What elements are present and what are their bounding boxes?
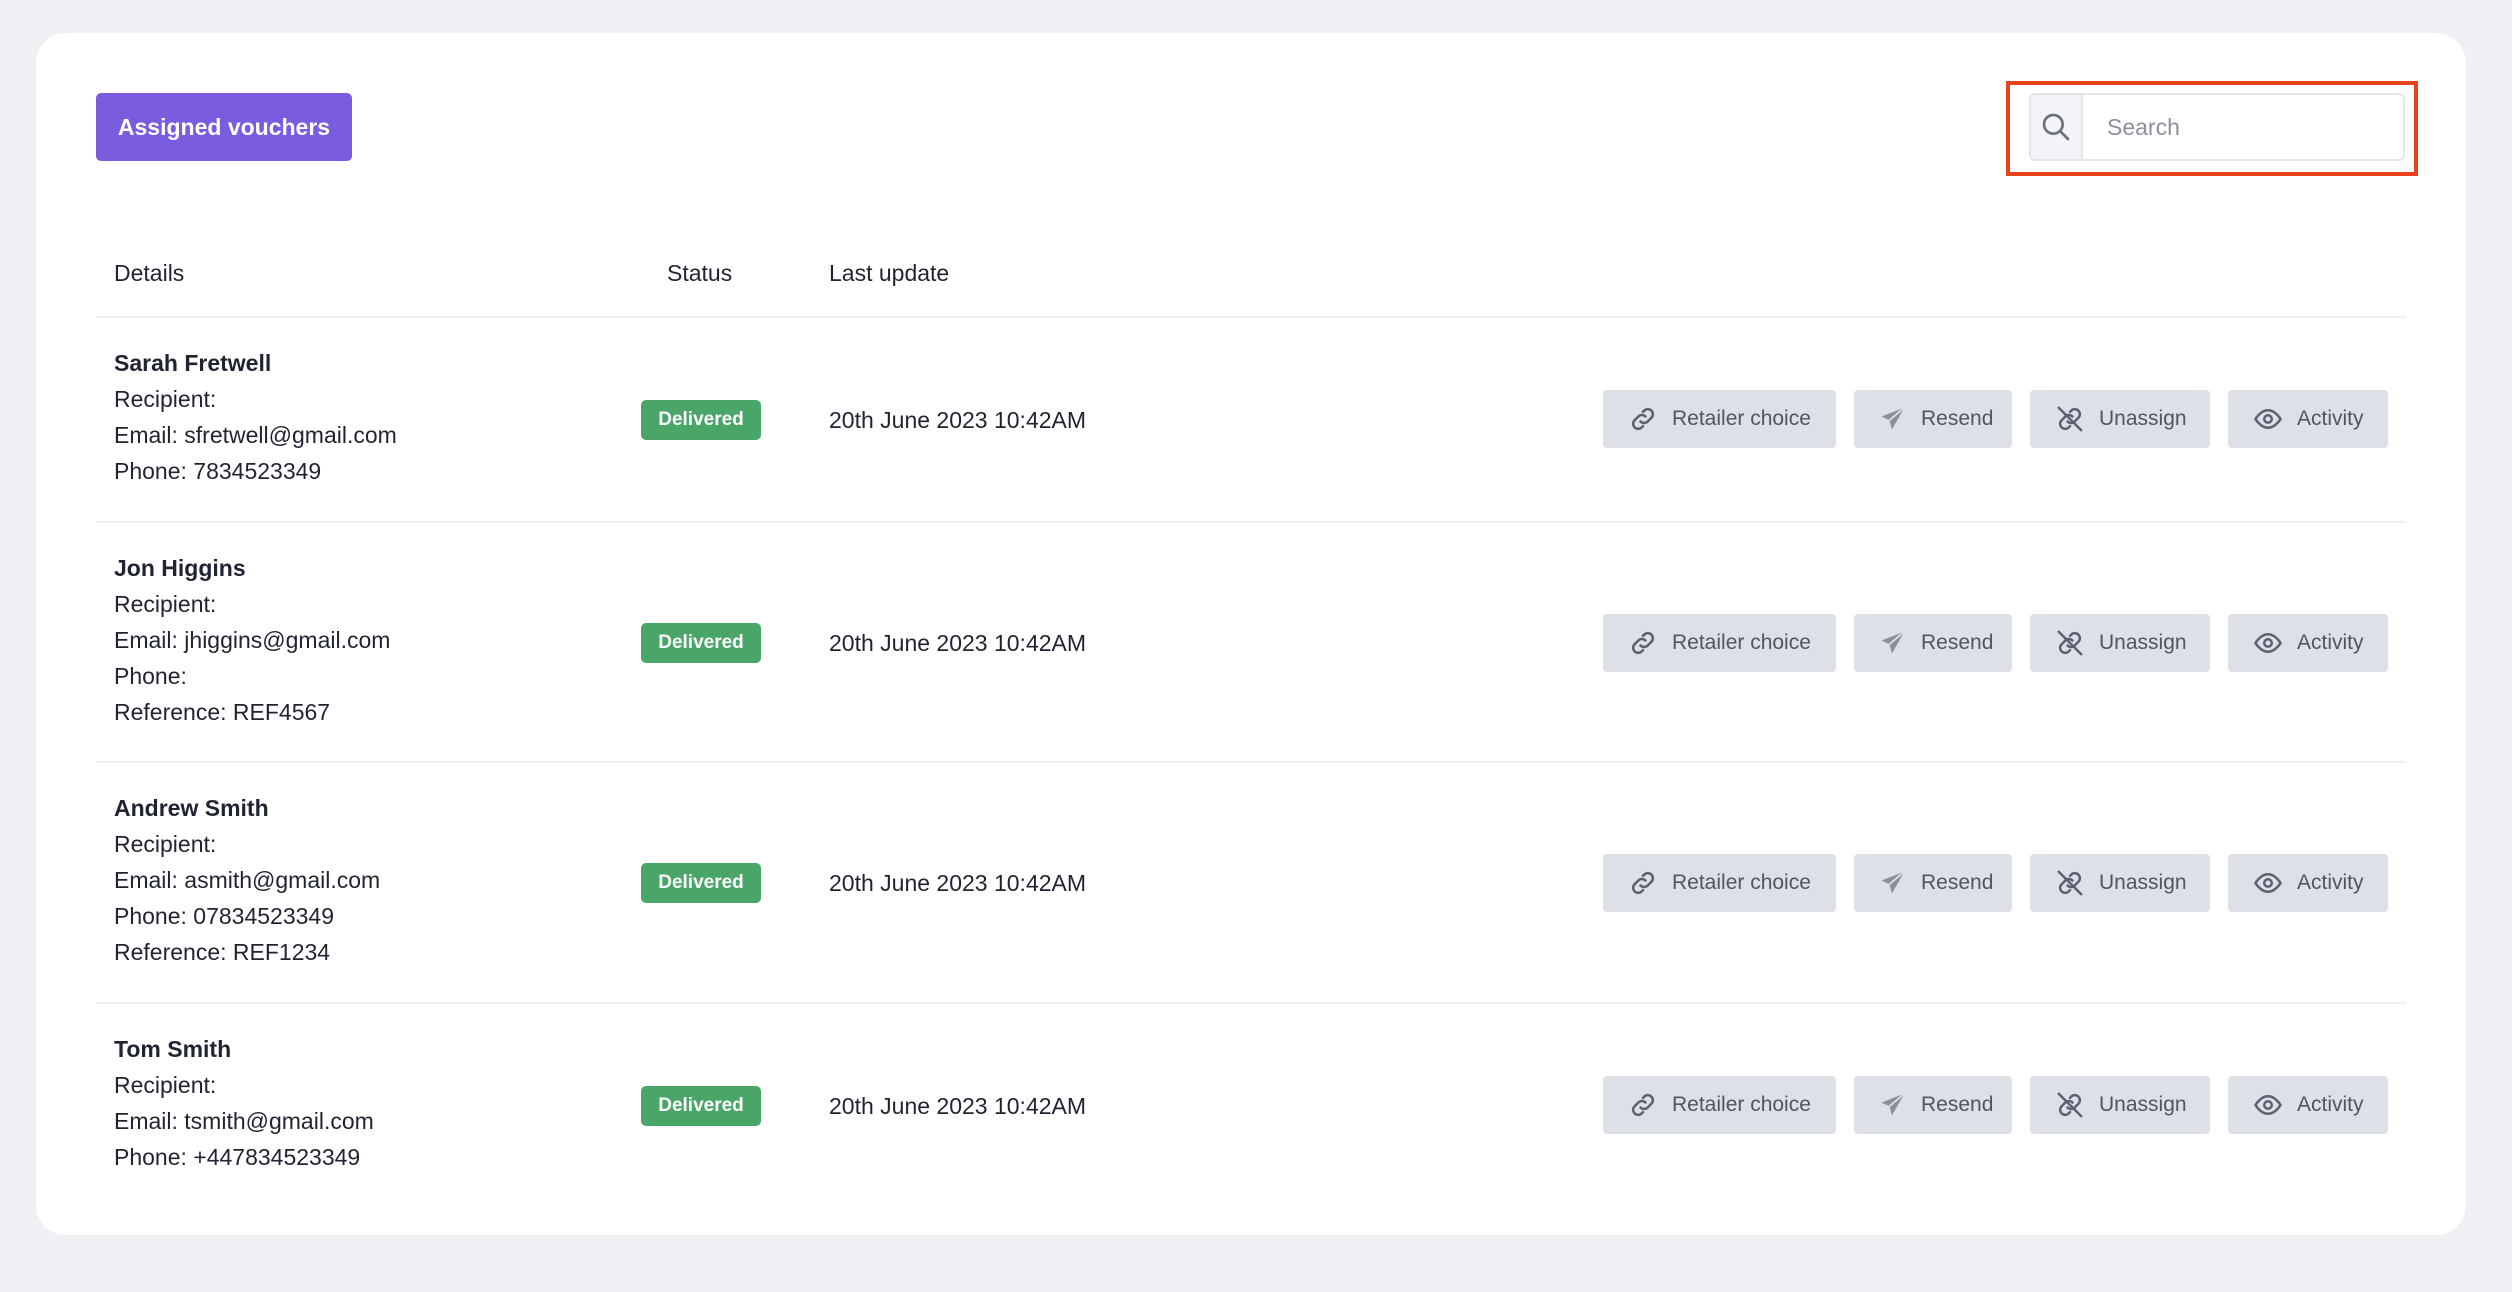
recipient-phone: Phone: [114,663,187,689]
recipient-email: Email: sfretwell@gmail.com [114,422,397,448]
recipient-label: Recipient: [114,591,217,617]
recipient-phone: Phone: 7834523349 [114,458,322,484]
retailer-choice-button[interactable]: Retailer choice [1603,390,1836,448]
activity-button[interactable]: Activity [2228,614,2388,672]
activity-label: Activity [2297,407,2364,430]
row-details: Andrew Smith Recipient: Email: asmith@gm… [114,790,380,970]
recipient-email: Email: jhiggins@gmail.com [114,627,391,653]
status-badge: Delivered [641,623,761,663]
search-box[interactable] [2029,93,2405,161]
resend-button[interactable]: Resend [1854,1076,2012,1134]
unlink-icon [2055,628,2085,658]
activity-button[interactable]: Activity [2228,854,2388,912]
recipient-name: Sarah Fretwell [114,350,272,376]
resend-label: Resend [1921,1093,1994,1116]
recipient-name: Tom Smith [114,1036,232,1062]
activity-label: Activity [2297,1093,2364,1116]
last-update: 20th June 2023 10:42AM [829,870,1087,896]
eye-icon [2253,404,2283,434]
row-details: Sarah Fretwell Recipient: Email: sfretwe… [114,345,397,489]
unlink-icon [2055,404,2085,434]
last-update: 20th June 2023 10:42AM [829,1093,1087,1119]
unlink-icon [2055,1090,2085,1120]
table-row: Jon Higgins Recipient: Email: jhiggins@g… [96,523,2406,763]
paper-plane-icon [1879,404,1907,434]
recipient-label: Recipient: [114,1072,217,1098]
recipient-email: Email: tsmith@gmail.com [114,1108,374,1134]
table-row: Sarah Fretwell Recipient: Email: sfretwe… [96,318,2406,523]
row-details: Jon Higgins Recipient: Email: jhiggins@g… [114,550,390,730]
row-actions: Retailer choice Resend Unassign Activity [1603,614,2388,672]
row-actions: Retailer choice Resend Unassign Activity [1603,1076,2388,1134]
activity-button[interactable]: Activity [2228,390,2388,448]
unlink-icon [2055,868,2085,898]
last-update: 20th June 2023 10:42AM [829,407,1087,433]
unassign-label: Unassign [2099,631,2187,654]
unassign-button[interactable]: Unassign [2030,854,2210,912]
paper-plane-icon [1879,1090,1907,1120]
retailer-choice-button[interactable]: Retailer choice [1603,1076,1836,1134]
resend-button[interactable]: Resend [1854,614,2012,672]
status-badge: Delivered [641,863,761,903]
retailer-choice-label: Retailer choice [1672,631,1811,654]
last-update: 20th June 2023 10:42AM [829,630,1087,656]
activity-button[interactable]: Activity [2228,1076,2388,1134]
row-actions: Retailer choice Resend Unassign Activity [1603,390,2388,448]
link-icon [1628,404,1658,434]
resend-button[interactable]: Resend [1854,390,2012,448]
table-row: Tom Smith Recipient: Email: tsmith@gmail… [96,1004,2406,1209]
retailer-choice-label: Retailer choice [1672,1093,1811,1116]
recipient-label: Recipient: [114,831,217,857]
paper-plane-icon [1879,868,1907,898]
column-header-status: Status [667,260,733,286]
resend-label: Resend [1921,407,1994,430]
eye-icon [2253,868,2283,898]
link-icon [1628,1090,1658,1120]
unassign-button[interactable]: Unassign [2030,1076,2210,1134]
retailer-choice-button[interactable]: Retailer choice [1603,614,1836,672]
recipient-name: Jon Higgins [114,555,246,581]
retailer-choice-label: Retailer choice [1672,407,1811,430]
status-badge: Delivered [641,1086,761,1126]
recipient-phone: Phone: 07834523349 [114,903,334,929]
resend-button[interactable]: Resend [1854,854,2012,912]
table-row: Andrew Smith Recipient: Email: asmith@gm… [96,763,2406,1004]
activity-label: Activity [2297,871,2364,894]
search-input[interactable] [2083,95,2403,159]
status-badge: Delivered [641,400,761,440]
unassign-label: Unassign [2099,407,2187,430]
unassign-button[interactable]: Unassign [2030,614,2210,672]
eye-icon [2253,628,2283,658]
unassign-label: Unassign [2099,871,2187,894]
recipient-label: Recipient: [114,386,217,412]
unassign-label: Unassign [2099,1093,2187,1116]
vouchers-card: Assigned vouchers Details Status Last up… [36,33,2466,1235]
row-actions: Retailer choice Resend Unassign Activity [1603,854,2388,912]
resend-label: Resend [1921,871,1994,894]
link-icon [1628,868,1658,898]
link-icon [1628,628,1658,658]
recipient-email: Email: asmith@gmail.com [114,867,381,893]
activity-label: Activity [2297,631,2364,654]
column-header-details: Details [114,260,185,286]
assigned-vouchers-button[interactable]: Assigned vouchers [96,93,352,161]
recipient-reference: Reference: REF4567 [114,699,331,725]
retailer-choice-label: Retailer choice [1672,871,1811,894]
row-details: Tom Smith Recipient: Email: tsmith@gmail… [114,1031,374,1175]
retailer-choice-button[interactable]: Retailer choice [1603,854,1836,912]
recipient-phone: Phone: +447834523349 [114,1144,361,1170]
unassign-button[interactable]: Unassign [2030,390,2210,448]
column-header-last-update: Last update [829,260,950,286]
table-header: Details Status Last update [96,228,2406,318]
resend-label: Resend [1921,631,1994,654]
search-icon[interactable] [2031,95,2083,159]
recipient-name: Andrew Smith [114,795,269,821]
eye-icon [2253,1090,2283,1120]
recipient-reference: Reference: REF1234 [114,939,331,965]
paper-plane-icon [1879,628,1907,658]
